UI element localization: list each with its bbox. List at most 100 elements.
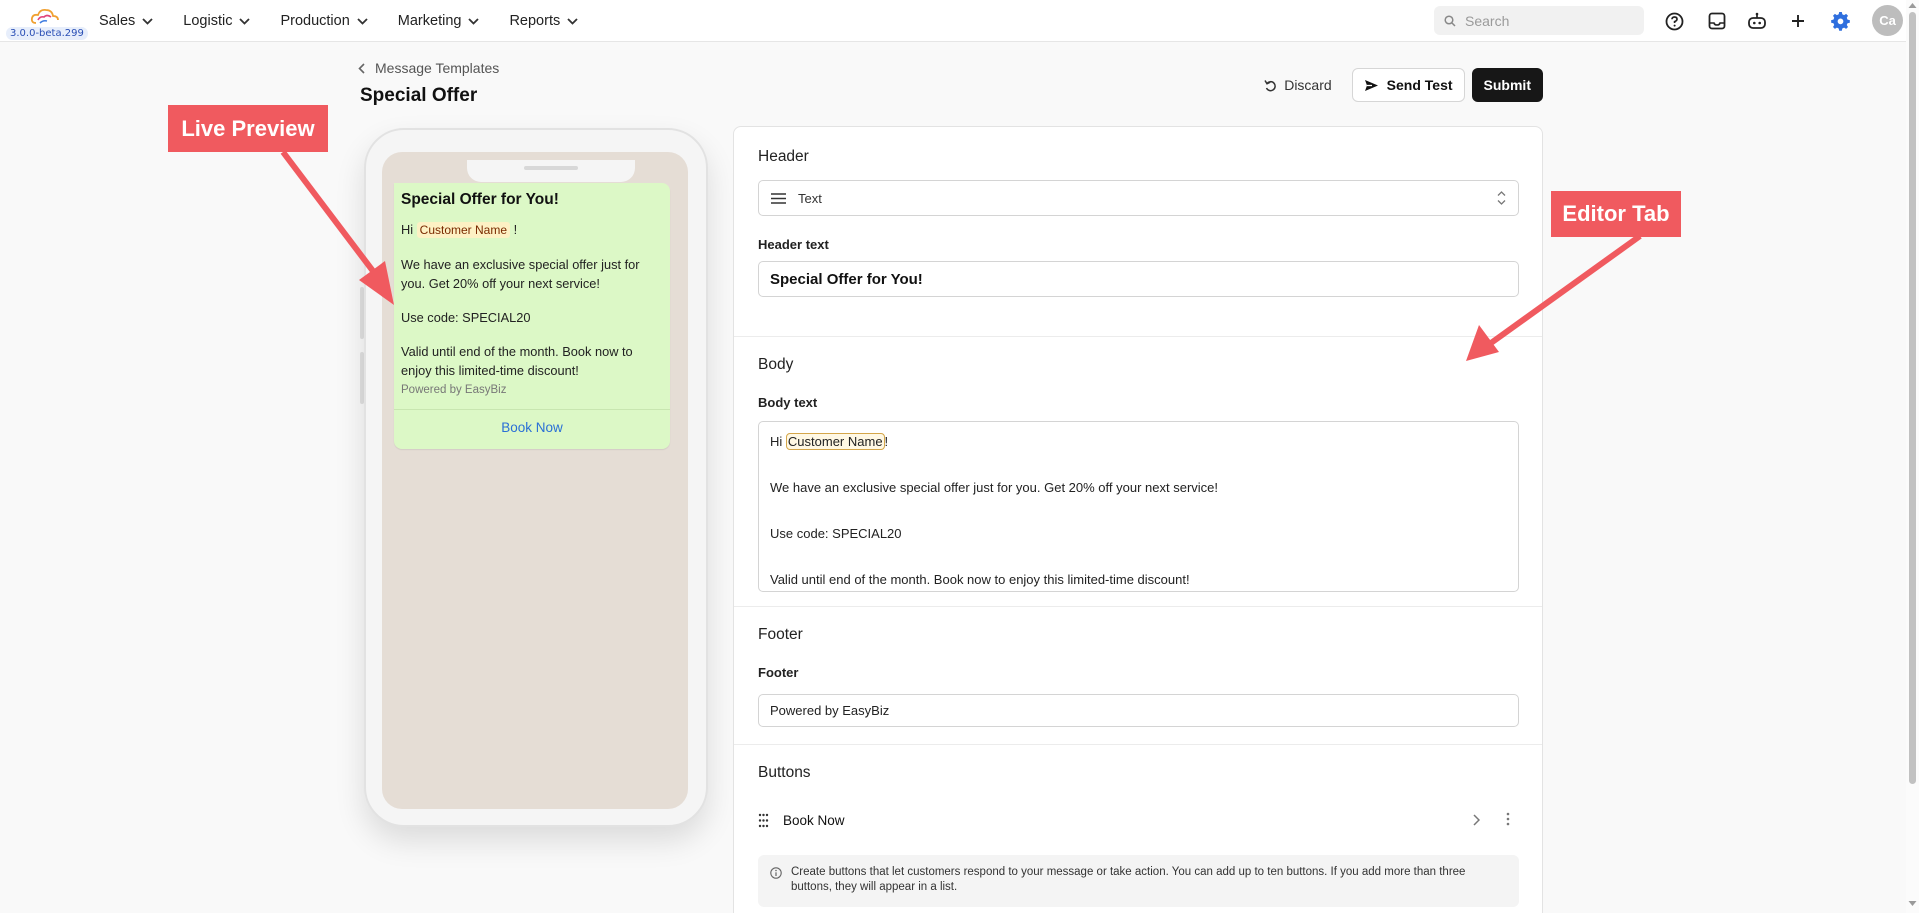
- settings-button[interactable]: [1828, 9, 1852, 33]
- send-test-button[interactable]: Send Test: [1351, 68, 1465, 102]
- header-text-input[interactable]: Special Offer for You!: [758, 261, 1519, 297]
- page-title: Special Offer: [360, 85, 478, 106]
- info-icon: [770, 867, 782, 879]
- body-line: Valid until end of the month. Book now t…: [770, 572, 1190, 587]
- preview-greeting-prefix: Hi: [401, 222, 414, 237]
- inbox-icon: [1708, 12, 1726, 30]
- preview-footer: Powered by EasyBiz: [401, 384, 507, 396]
- editor-panel: Header Text Header text Special Offer fo…: [733, 126, 1543, 913]
- search-placeholder: Search: [1465, 12, 1510, 29]
- nav-item-label: Logistic: [183, 13, 233, 29]
- top-bar: 3.0.0-beta.299 Sales Logistic Production…: [0, 0, 1919, 42]
- user-avatar[interactable]: Ca: [1872, 5, 1903, 36]
- page-actions: Discard Send Test Submit: [1254, 68, 1543, 102]
- section-divider: [734, 336, 1542, 337]
- button-list-item[interactable]: Book Now: [758, 805, 1519, 835]
- nav-item-label: Production: [280, 13, 350, 29]
- breadcrumb[interactable]: Message Templates: [358, 60, 499, 76]
- assistant-button[interactable]: [1745, 9, 1769, 33]
- nav-item-label: Sales: [99, 13, 136, 29]
- footer-label: Footer: [758, 665, 799, 680]
- more-options-icon[interactable]: [1506, 812, 1510, 826]
- add-button[interactable]: [1786, 9, 1810, 33]
- help-icon: [1665, 12, 1683, 30]
- body-line-suffix: !: [884, 434, 889, 449]
- version-badge: 3.0.0-beta.299: [6, 27, 88, 40]
- body-text-label: Body text: [758, 395, 818, 410]
- header-type-select[interactable]: Text: [758, 180, 1519, 216]
- message-bubble: Special Offer for You! Hi Customer Name …: [394, 183, 670, 449]
- undo-icon: [1264, 79, 1277, 91]
- buttons-hint: Create buttons that let customers respon…: [758, 855, 1519, 907]
- chevron-down-icon: [357, 17, 368, 25]
- preview-greeting-suffix: !: [513, 222, 518, 237]
- preview-paragraph: We have an exclusive special offer just …: [401, 257, 640, 291]
- chevron-up-down-icon: [1497, 191, 1506, 205]
- nav-item-reports[interactable]: Reports: [509, 13, 578, 29]
- body-line: Use code: SPECIAL20: [770, 526, 902, 541]
- scroll-up-icon[interactable]: [1908, 2, 1917, 9]
- body-line-prefix: Hi: [770, 434, 783, 449]
- body-line: Hi Customer Name!: [770, 430, 1507, 453]
- main-nav: Sales Logistic Production Marketing Repo…: [99, 0, 608, 42]
- app-logo[interactable]: 3.0.0-beta.299: [6, 6, 88, 40]
- bot-icon: [1748, 12, 1766, 29]
- discard-label: Discard: [1284, 77, 1332, 93]
- send-icon: [1364, 79, 1378, 91]
- header-type-value: Text: [798, 190, 822, 206]
- page-scrollbar[interactable]: [1906, 0, 1919, 913]
- search-icon: [1444, 14, 1456, 27]
- section-divider: [734, 606, 1542, 607]
- preview-body: Hi Customer Name ! We have an exclusive …: [401, 220, 663, 395]
- phone-notch: [467, 160, 635, 182]
- live-preview-annotation: Live Preview: [168, 105, 328, 152]
- preview-paragraph: Valid until end of the month. Book now t…: [401, 344, 633, 378]
- preview-greeting: Hi Customer Name !: [401, 220, 663, 240]
- editor-tab-annotation: Editor Tab: [1551, 191, 1681, 237]
- preview-button[interactable]: Book Now: [394, 420, 670, 435]
- submit-button[interactable]: Submit: [1471, 68, 1543, 102]
- scroll-down-icon[interactable]: [1908, 900, 1917, 907]
- nav-item-sales[interactable]: Sales: [99, 13, 153, 29]
- preview-variable-chip: Customer Name: [416, 222, 511, 238]
- nav-item-label: Reports: [509, 13, 561, 29]
- nav-item-logistic[interactable]: Logistic: [183, 13, 251, 29]
- button-item-label: Book Now: [783, 812, 845, 828]
- chevron-down-icon: [468, 17, 480, 25]
- plus-icon: [1792, 15, 1804, 27]
- body-section-title: Body: [758, 356, 794, 373]
- header-text-label: Header text: [758, 237, 829, 252]
- discard-button[interactable]: Discard: [1254, 68, 1341, 102]
- search-input[interactable]: Search: [1434, 6, 1644, 35]
- bubble-divider: [394, 409, 670, 410]
- help-button[interactable]: [1662, 9, 1686, 33]
- text-lines-icon: [771, 192, 786, 204]
- cloud-logo-icon: [30, 8, 59, 24]
- buttons-hint-text: Create buttons that let customers respon…: [791, 866, 1466, 893]
- preview-title: Special Offer for You!: [401, 191, 559, 208]
- send-test-label: Send Test: [1386, 77, 1453, 93]
- nav-item-label: Marketing: [397, 13, 462, 29]
- scrollbar-thumb[interactable]: [1909, 12, 1916, 784]
- body-line: We have an exclusive special offer just …: [770, 480, 1219, 495]
- drag-handle-icon[interactable]: [758, 813, 769, 828]
- breadcrumb-label: Message Templates: [375, 60, 500, 76]
- nav-item-production[interactable]: Production: [280, 13, 368, 29]
- preview-paragraph: Use code: SPECIAL20: [401, 310, 531, 325]
- footer-section-title: Footer: [758, 626, 803, 643]
- buttons-section-title: Buttons: [758, 764, 811, 781]
- gear-icon: [1830, 11, 1850, 31]
- inbox-button[interactable]: [1705, 9, 1729, 33]
- chevron-right-icon[interactable]: [1473, 814, 1480, 826]
- section-divider: [734, 744, 1542, 745]
- body-text-input[interactable]: Hi Customer Name! We have an exclusive s…: [758, 421, 1519, 592]
- footer-input[interactable]: Powered by EasyBiz: [758, 694, 1519, 727]
- chevron-down-icon: [142, 17, 153, 25]
- chevron-down-icon: [567, 17, 578, 25]
- chevron-down-icon: [239, 17, 251, 25]
- body-variable-chip[interactable]: Customer Name: [785, 433, 885, 450]
- phone-speaker: [524, 166, 578, 170]
- chevron-left-icon: [358, 62, 365, 74]
- nav-item-marketing[interactable]: Marketing: [398, 13, 480, 29]
- header-section-title: Header: [758, 148, 809, 165]
